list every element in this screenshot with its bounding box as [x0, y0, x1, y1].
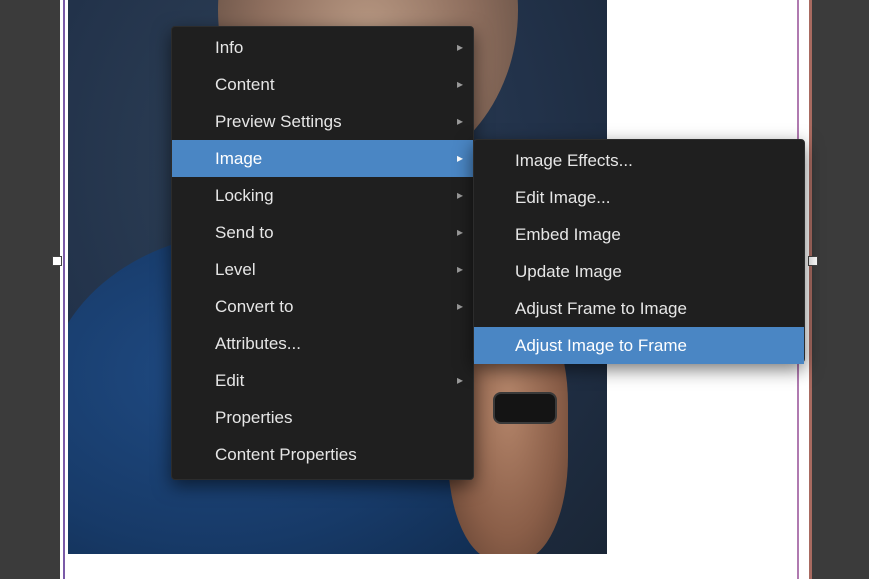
- pasteboard-left: [0, 0, 60, 579]
- menu-item-label: Edit: [215, 371, 245, 390]
- menu-item-label: Image Effects...: [515, 151, 633, 170]
- page-margin-guide-left: [63, 0, 65, 579]
- chevron-right-icon: ▸: [456, 77, 463, 91]
- menu-item-label: Send to: [215, 223, 274, 242]
- context-menu: Info ▸ Content ▸ Preview Settings ▸ Imag…: [171, 26, 474, 480]
- pasteboard-right: [812, 0, 869, 579]
- frame-handle-right[interactable]: [808, 256, 818, 266]
- chevron-right-icon: ▸: [456, 151, 463, 165]
- chevron-right-icon: ▸: [456, 40, 463, 54]
- chevron-right-icon: ▸: [456, 114, 463, 128]
- menu-item-info[interactable]: Info ▸: [172, 29, 473, 66]
- menu-item-label: Embed Image: [515, 225, 621, 244]
- photo-wristwatch: [493, 392, 557, 424]
- submenu-item-embed-image[interactable]: Embed Image: [474, 216, 804, 253]
- chevron-right-icon: ▸: [456, 262, 463, 276]
- chevron-right-icon: ▸: [456, 373, 463, 387]
- frame-handle-left[interactable]: [52, 256, 62, 266]
- menu-item-locking[interactable]: Locking ▸: [172, 177, 473, 214]
- chevron-right-icon: ▸: [456, 188, 463, 202]
- menu-item-label: Update Image: [515, 262, 622, 281]
- menu-item-label: Info: [215, 38, 244, 57]
- submenu-item-update-image[interactable]: Update Image: [474, 253, 804, 290]
- menu-item-preview-settings[interactable]: Preview Settings ▸: [172, 103, 473, 140]
- menu-item-content[interactable]: Content ▸: [172, 66, 473, 103]
- chevron-right-icon: ▸: [456, 225, 463, 239]
- submenu-item-edit-image[interactable]: Edit Image...: [474, 179, 804, 216]
- image-submenu: Image Effects... Edit Image... Embed Ima…: [473, 139, 805, 364]
- menu-item-content-properties[interactable]: Content Properties: [172, 436, 473, 473]
- menu-item-attributes[interactable]: Attributes...: [172, 325, 473, 362]
- menu-item-label: Preview Settings: [215, 112, 342, 131]
- menu-item-label: Edit Image...: [515, 188, 611, 207]
- menu-item-properties[interactable]: Properties: [172, 399, 473, 436]
- menu-item-label: Content Properties: [215, 445, 357, 464]
- menu-item-edit[interactable]: Edit ▸: [172, 362, 473, 399]
- menu-item-label: Convert to: [215, 297, 294, 316]
- menu-item-image[interactable]: Image ▸: [172, 140, 473, 177]
- chevron-right-icon: ▸: [456, 299, 463, 313]
- submenu-item-adjust-frame-to-image[interactable]: Adjust Frame to Image: [474, 290, 804, 327]
- menu-item-send-to[interactable]: Send to ▸: [172, 214, 473, 251]
- page-bleed-guide-right: [809, 0, 812, 579]
- menu-item-label: Properties: [215, 408, 293, 427]
- menu-item-label: Locking: [215, 186, 274, 205]
- menu-item-level[interactable]: Level ▸: [172, 251, 473, 288]
- menu-item-label: Attributes...: [215, 334, 301, 353]
- menu-item-label: Level: [215, 260, 256, 279]
- submenu-item-adjust-image-to-frame[interactable]: Adjust Image to Frame: [474, 327, 804, 364]
- menu-item-label: Image: [215, 149, 263, 168]
- menu-item-label: Adjust Image to Frame: [515, 336, 687, 355]
- menu-item-label: Content: [215, 75, 275, 94]
- menu-item-convert-to[interactable]: Convert to ▸: [172, 288, 473, 325]
- submenu-item-image-effects[interactable]: Image Effects...: [474, 142, 804, 179]
- menu-item-label: Adjust Frame to Image: [515, 299, 687, 318]
